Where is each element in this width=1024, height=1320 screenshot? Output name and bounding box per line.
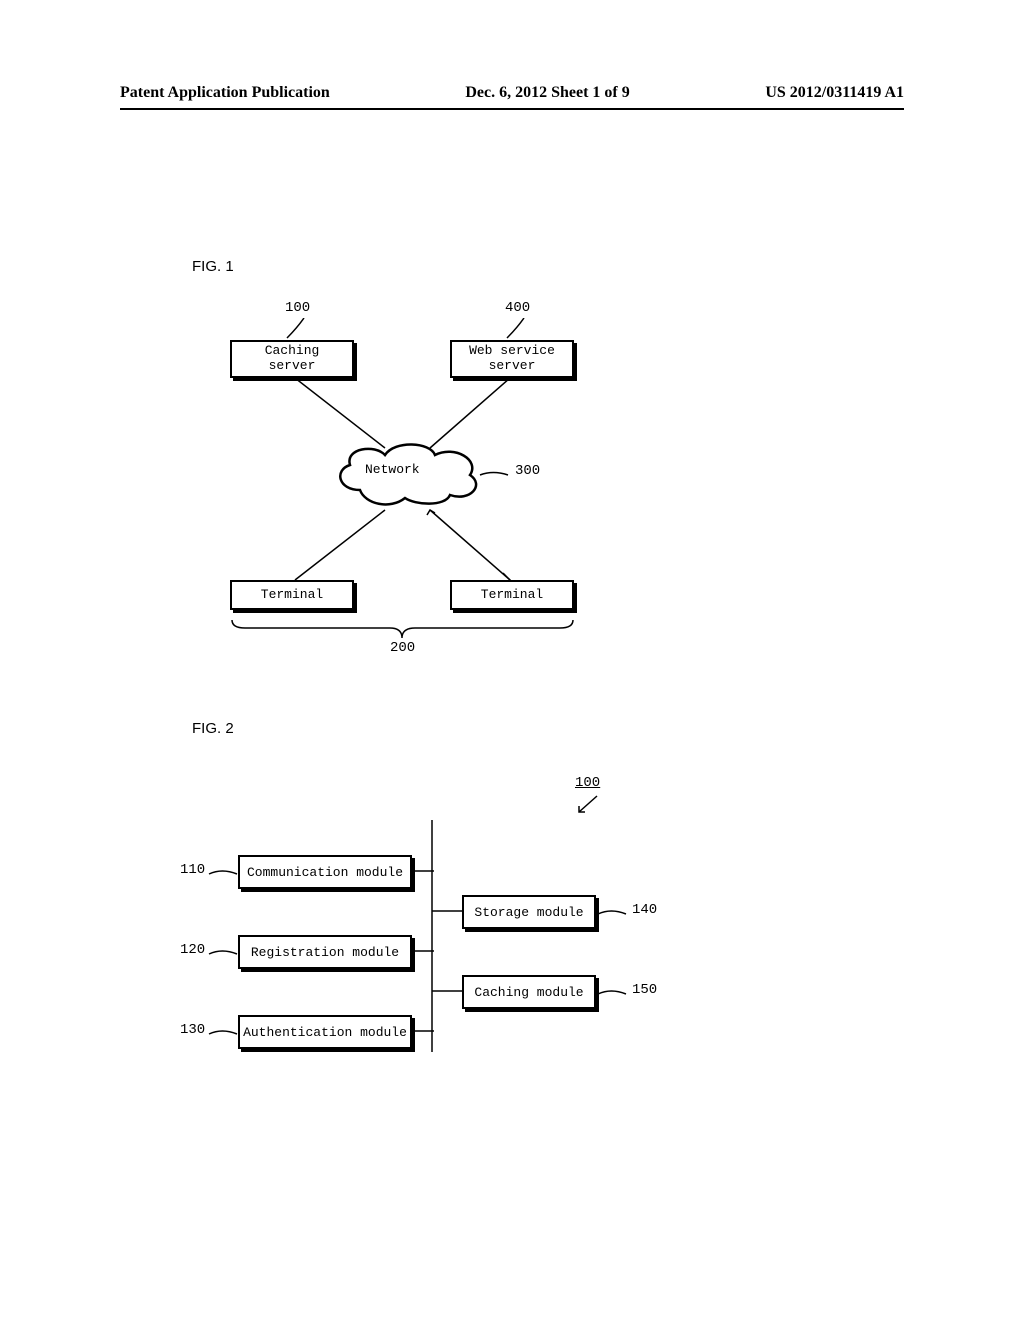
ref-num-200: 200	[390, 640, 415, 656]
ref-num-100-fig2: 100	[575, 775, 600, 791]
header-rule	[120, 108, 904, 110]
brace-200-icon	[230, 618, 575, 640]
registration-module-box: Registration module	[238, 935, 412, 969]
caching-module-box: Caching module	[462, 975, 596, 1009]
leader-110-icon	[207, 870, 242, 878]
network-label: Network	[365, 462, 420, 477]
ref-num-130: 130	[180, 1022, 205, 1038]
header-right: US 2012/0311419 A1	[765, 84, 904, 102]
figure-2-label: FIG. 2	[192, 720, 234, 737]
authentication-module-box: Authentication module	[238, 1015, 412, 1049]
leader-120-icon	[207, 950, 242, 958]
ref-num-150: 150	[632, 982, 657, 998]
header-center: Dec. 6, 2012 Sheet 1 of 9	[465, 84, 629, 102]
leader-130-icon	[207, 1030, 242, 1038]
leader-140-icon	[596, 910, 631, 918]
storage-module-box: Storage module	[462, 895, 596, 929]
leader-300-icon	[478, 470, 513, 480]
figure-1: 100 Caching server 400 Web service serve…	[225, 300, 595, 680]
leader-400-icon	[505, 318, 530, 340]
conn-130	[412, 1030, 434, 1032]
header-left: Patent Application Publication	[120, 84, 330, 102]
leader-100-icon	[285, 318, 310, 340]
figure-1-label: FIG. 1	[192, 258, 234, 275]
conn-120	[412, 950, 434, 952]
conn-140	[432, 910, 464, 912]
ref-num-100: 100	[285, 300, 310, 316]
leader-100-fig2-icon	[575, 794, 603, 816]
conn-150	[432, 990, 464, 992]
communication-module-box: Communication module	[238, 855, 412, 889]
ref-num-300: 300	[515, 463, 540, 479]
terminal-box-left: Terminal	[230, 580, 354, 610]
figure-2: 100 110 Communication module 120 Registr…	[180, 810, 740, 1080]
ref-num-120: 120	[180, 942, 205, 958]
terminal-box-right: Terminal	[450, 580, 574, 610]
fig1-lower-connectors	[285, 505, 525, 585]
conn-110	[412, 870, 434, 872]
ref-num-140: 140	[632, 902, 657, 918]
caching-server-box: Caching server	[230, 340, 354, 378]
ref-num-110: 110	[180, 862, 205, 878]
leader-150-icon	[596, 990, 631, 998]
page-header: Patent Application Publication Dec. 6, 2…	[120, 84, 904, 102]
fig2-bus-line	[430, 820, 434, 1052]
ref-num-400: 400	[505, 300, 530, 316]
web-service-server-box: Web service server	[450, 340, 574, 378]
